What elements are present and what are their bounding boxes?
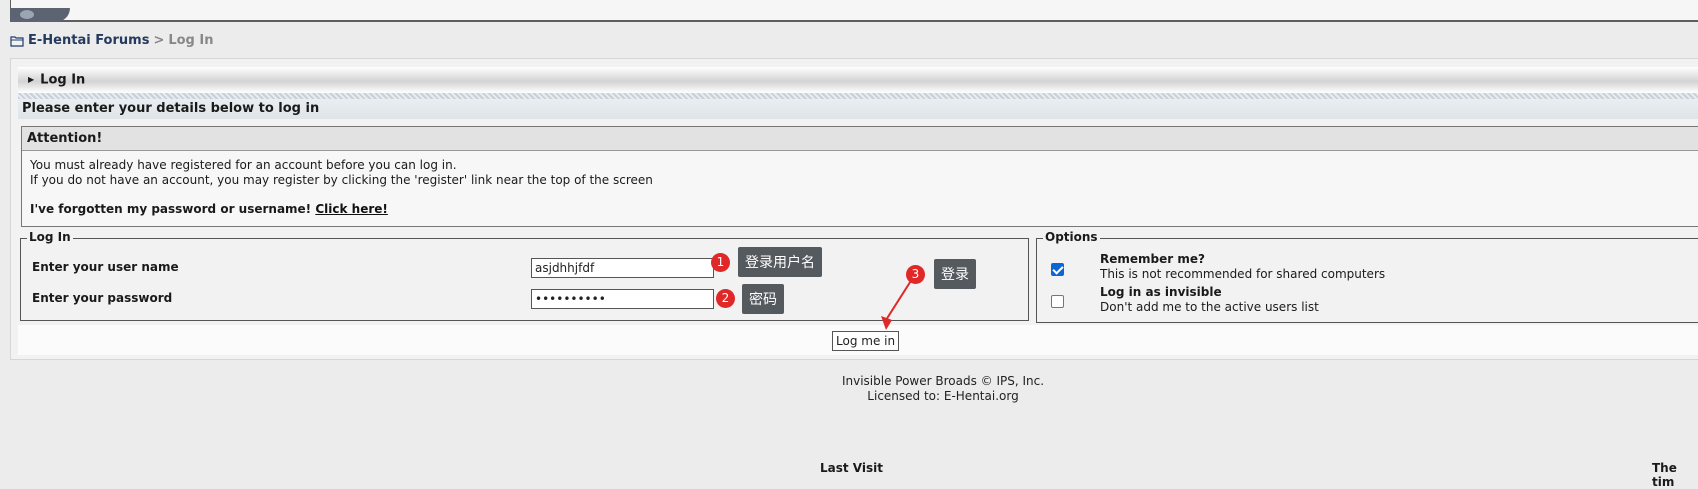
- time-text: The tim: [1652, 461, 1677, 489]
- panel-title: Log In: [40, 72, 86, 88]
- action-bar: Log me in: [18, 325, 1698, 355]
- annotation-badge-3: 3: [906, 265, 925, 284]
- invisible-checkbox[interactable]: [1051, 295, 1064, 308]
- invisible-title: Log in as invisible: [1100, 285, 1222, 299]
- attention-heading: Attention!: [22, 127, 1698, 151]
- breadcrumb: E-Hentai Forums > Log In: [10, 33, 213, 48]
- login-panel: ▶ Log In Please enter your details below …: [10, 58, 1698, 360]
- annotation-tooltip-password: 密码: [742, 284, 784, 314]
- panel-subtitle: Please enter your details below to log i…: [18, 99, 1698, 119]
- forgot-password-link[interactable]: Click here!: [315, 202, 388, 216]
- attention-line-2: If you do not have an account, you may r…: [30, 173, 653, 187]
- panel-title-bar: ▶ Log In: [18, 67, 1698, 93]
- username-input[interactable]: [531, 258, 714, 278]
- breadcrumb-forum-link[interactable]: E-Hentai Forums: [28, 33, 149, 48]
- site-logo: [10, 8, 70, 22]
- breadcrumb-current: Log In: [168, 33, 214, 48]
- password-label: Enter your password: [32, 291, 173, 305]
- remember-me-title: Remember me?: [1100, 252, 1205, 266]
- annotation-badge-2: 2: [716, 289, 735, 308]
- password-input[interactable]: [531, 289, 714, 309]
- footer-copyright: Invisible Power Broads © IPS, Inc.: [841, 374, 1045, 388]
- breadcrumb-separator: >: [153, 33, 165, 48]
- folder-icon: [10, 35, 24, 47]
- annotation-badge-1: 1: [711, 253, 730, 272]
- options-legend: Options: [1043, 230, 1100, 244]
- remember-me-checkbox[interactable]: [1051, 263, 1064, 276]
- username-label: Enter your user name: [32, 260, 179, 274]
- login-legend: Log In: [27, 230, 73, 244]
- attention-line-1: You must already have registered for an …: [30, 158, 457, 172]
- annotation-tooltip-username: 登录用户名: [738, 247, 822, 277]
- options-fieldset: Options Remember me? This is not recomme…: [1036, 230, 1698, 323]
- last-visit-text: Last Visit: [820, 461, 883, 475]
- forgot-password-text: I've forgotten my password or username!: [30, 202, 312, 216]
- footer: Invisible Power Broads © IPS, Inc. Licen…: [0, 374, 1698, 404]
- remember-me-desc: This is not recommended for shared compu…: [1100, 267, 1386, 281]
- footer-license: Licensed to: E-Hentai.org: [867, 389, 1019, 403]
- triangle-right-icon: ▶: [28, 75, 35, 84]
- invisible-desc: Don't add me to the active users list: [1100, 300, 1319, 314]
- annotation-tooltip-login: 登录: [934, 259, 976, 289]
- header-banner: [10, 0, 1698, 22]
- attention-box: Attention! You must already have registe…: [21, 126, 1698, 227]
- forgot-password-row: I've forgotten my password or username! …: [30, 202, 1692, 217]
